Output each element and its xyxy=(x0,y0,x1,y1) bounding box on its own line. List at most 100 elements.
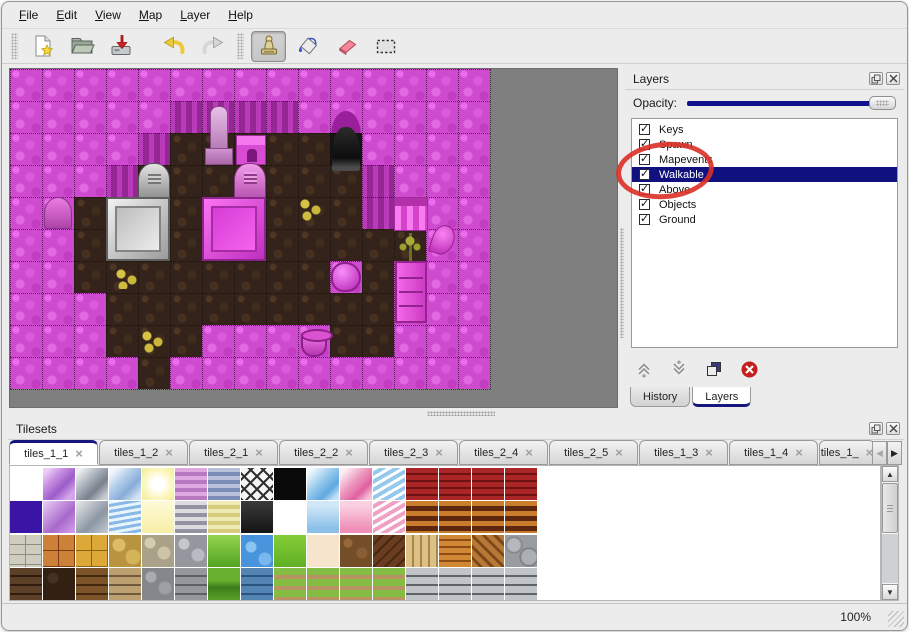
map-tile[interactable] xyxy=(138,133,170,165)
menu-file[interactable]: File xyxy=(10,4,47,26)
tileset-tile[interactable] xyxy=(76,468,108,500)
raise-layer-button[interactable] xyxy=(633,358,655,380)
layer-row-ground[interactable]: ✓ Ground xyxy=(632,212,897,227)
map-tile[interactable] xyxy=(42,261,74,293)
map-tile[interactable] xyxy=(266,69,298,101)
map-tile[interactable] xyxy=(10,357,42,389)
tileset-tile[interactable] xyxy=(373,535,405,567)
layer-row-keys[interactable]: ✓ Keys xyxy=(632,122,897,137)
map-tile[interactable] xyxy=(170,357,202,389)
map-tile[interactable] xyxy=(42,293,74,325)
horizontal-splitter[interactable] xyxy=(2,408,907,418)
tileset-tile[interactable] xyxy=(274,468,306,500)
tileset-tile[interactable] xyxy=(340,501,372,533)
map-tile[interactable] xyxy=(458,165,490,197)
map-tile[interactable] xyxy=(426,261,458,293)
tileset-tile[interactable] xyxy=(241,568,273,600)
tileset-tab-tiles_2_2[interactable]: tiles_2_2 × xyxy=(279,440,368,465)
map-tile[interactable] xyxy=(170,229,202,261)
close-tab-icon[interactable]: × xyxy=(795,446,803,459)
tileset-tile[interactable] xyxy=(109,535,141,567)
map-tile[interactable] xyxy=(74,69,106,101)
map-tile[interactable] xyxy=(234,293,266,325)
map-tile[interactable] xyxy=(458,133,490,165)
map-tile[interactable] xyxy=(362,261,394,293)
map-tile[interactable] xyxy=(202,261,234,293)
tileset-tile[interactable] xyxy=(109,568,141,600)
map-tile[interactable] xyxy=(362,197,394,229)
tileset-tile[interactable] xyxy=(340,568,372,600)
tileset-tile[interactable] xyxy=(439,535,471,567)
tileset-tile[interactable] xyxy=(307,501,339,533)
tileset-tile[interactable] xyxy=(472,568,504,600)
map-tile[interactable] xyxy=(74,325,106,357)
map-tile[interactable] xyxy=(106,165,138,197)
layer-visibility-checkbox[interactable]: ✓ xyxy=(639,169,650,180)
tileset-tile[interactable] xyxy=(406,568,438,600)
map-tile[interactable] xyxy=(426,293,458,325)
tileset-tile[interactable] xyxy=(505,501,537,533)
tileset-tile[interactable] xyxy=(472,501,504,533)
scrollbar-thumb[interactable] xyxy=(882,483,898,533)
map-tile[interactable] xyxy=(74,197,106,229)
map-tile[interactable] xyxy=(74,165,106,197)
map-tile[interactable] xyxy=(10,101,42,133)
map-tile[interactable] xyxy=(10,325,42,357)
tileset-tile[interactable] xyxy=(340,535,372,567)
map-tile[interactable] xyxy=(458,101,490,133)
tileset-tile[interactable] xyxy=(142,501,174,533)
tileset-tile[interactable] xyxy=(307,468,339,500)
tileset-tile[interactable] xyxy=(472,535,504,567)
close-panel-button[interactable] xyxy=(886,422,900,435)
map-tile[interactable] xyxy=(362,133,394,165)
map-tile[interactable] xyxy=(138,101,170,133)
float-panel-button[interactable] xyxy=(869,72,883,85)
layer-visibility-checkbox[interactable]: ✓ xyxy=(639,214,650,225)
map-tile[interactable] xyxy=(426,165,458,197)
tileset-tile[interactable] xyxy=(10,501,42,533)
map-tile[interactable] xyxy=(266,101,298,133)
map-tile[interactable] xyxy=(458,229,490,261)
layer-visibility-checkbox[interactable]: ✓ xyxy=(639,124,650,135)
map-tile[interactable] xyxy=(42,133,74,165)
tileset-tile[interactable] xyxy=(43,568,75,600)
open-map-button[interactable] xyxy=(64,31,99,62)
tileset-tile[interactable] xyxy=(208,535,240,567)
map-tile[interactable] xyxy=(74,101,106,133)
close-tab-icon[interactable]: × xyxy=(345,446,353,459)
map-tile[interactable] xyxy=(394,357,426,389)
map-tile[interactable] xyxy=(106,293,138,325)
save-map-button[interactable] xyxy=(103,31,138,62)
layer-row-spawn[interactable]: ✓ Spawn xyxy=(632,137,897,152)
map-tile[interactable] xyxy=(234,101,266,133)
undo-button[interactable] xyxy=(156,31,191,62)
map-tile[interactable] xyxy=(10,133,42,165)
map-tile[interactable] xyxy=(330,69,362,101)
tileset-tile[interactable] xyxy=(142,468,174,500)
map-tile[interactable] xyxy=(298,101,330,133)
map-tile[interactable] xyxy=(234,357,266,389)
layer-visibility-checkbox[interactable]: ✓ xyxy=(639,184,650,195)
tileset-tile[interactable] xyxy=(307,535,339,567)
tileset-tile[interactable] xyxy=(10,535,42,567)
map-tile[interactable] xyxy=(266,165,298,197)
map-tile[interactable] xyxy=(202,357,234,389)
toolbar-grip[interactable] xyxy=(11,33,18,59)
map-tile[interactable] xyxy=(170,133,202,165)
map-tile[interactable] xyxy=(106,357,138,389)
map-tile[interactable] xyxy=(170,101,202,133)
tileset-tile[interactable] xyxy=(76,501,108,533)
tileset-tile[interactable] xyxy=(208,468,240,500)
map-tile[interactable] xyxy=(138,261,170,293)
tileset-tile[interactable] xyxy=(76,568,108,600)
map-tile[interactable] xyxy=(106,325,138,357)
map-tile[interactable] xyxy=(266,293,298,325)
layer-row-mapevents[interactable]: ✓ Mapevents xyxy=(632,152,897,167)
map-tile[interactable] xyxy=(202,69,234,101)
tileset-tile[interactable] xyxy=(175,568,207,600)
tileset-scrollbar[interactable]: ▲ ▼ xyxy=(881,465,899,601)
map-tile[interactable] xyxy=(170,261,202,293)
tileset-tile[interactable] xyxy=(439,468,471,500)
tileset-tile[interactable] xyxy=(274,568,306,600)
map-tile[interactable] xyxy=(234,69,266,101)
